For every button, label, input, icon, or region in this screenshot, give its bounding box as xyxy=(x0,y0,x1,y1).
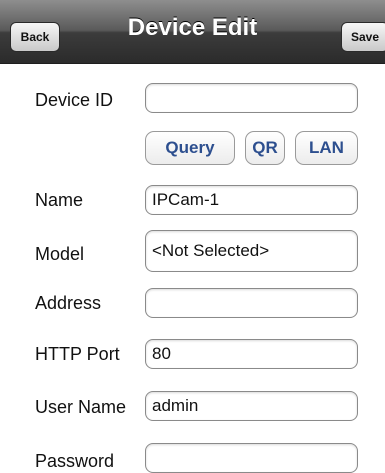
device-id-label: Device ID xyxy=(35,90,114,110)
password-field[interactable] xyxy=(145,443,358,473)
model-select[interactable]: <Not Selected> xyxy=(145,230,358,272)
navigation-bar: Back Device Edit Save xyxy=(0,0,385,64)
http-port-field[interactable] xyxy=(145,339,358,369)
model-value: <Not Selected> xyxy=(152,241,270,260)
http-port-label: HTTP Port xyxy=(35,344,120,364)
lan-button[interactable]: LAN xyxy=(295,131,358,165)
save-button[interactable]: Save xyxy=(341,22,385,52)
qr-button[interactable]: QR xyxy=(245,131,285,165)
user-name-label: User Name xyxy=(35,397,127,417)
password-label: Password xyxy=(35,451,115,471)
model-label: Model xyxy=(35,244,85,264)
name-field[interactable] xyxy=(145,185,358,215)
name-label: Name xyxy=(35,190,84,210)
user-name-field[interactable] xyxy=(145,391,358,421)
address-label: Address xyxy=(35,293,102,313)
query-button[interactable]: Query xyxy=(145,131,235,165)
address-field[interactable] xyxy=(145,288,358,318)
device-id-field[interactable] xyxy=(145,83,358,113)
page-title: Device Edit xyxy=(127,14,258,41)
